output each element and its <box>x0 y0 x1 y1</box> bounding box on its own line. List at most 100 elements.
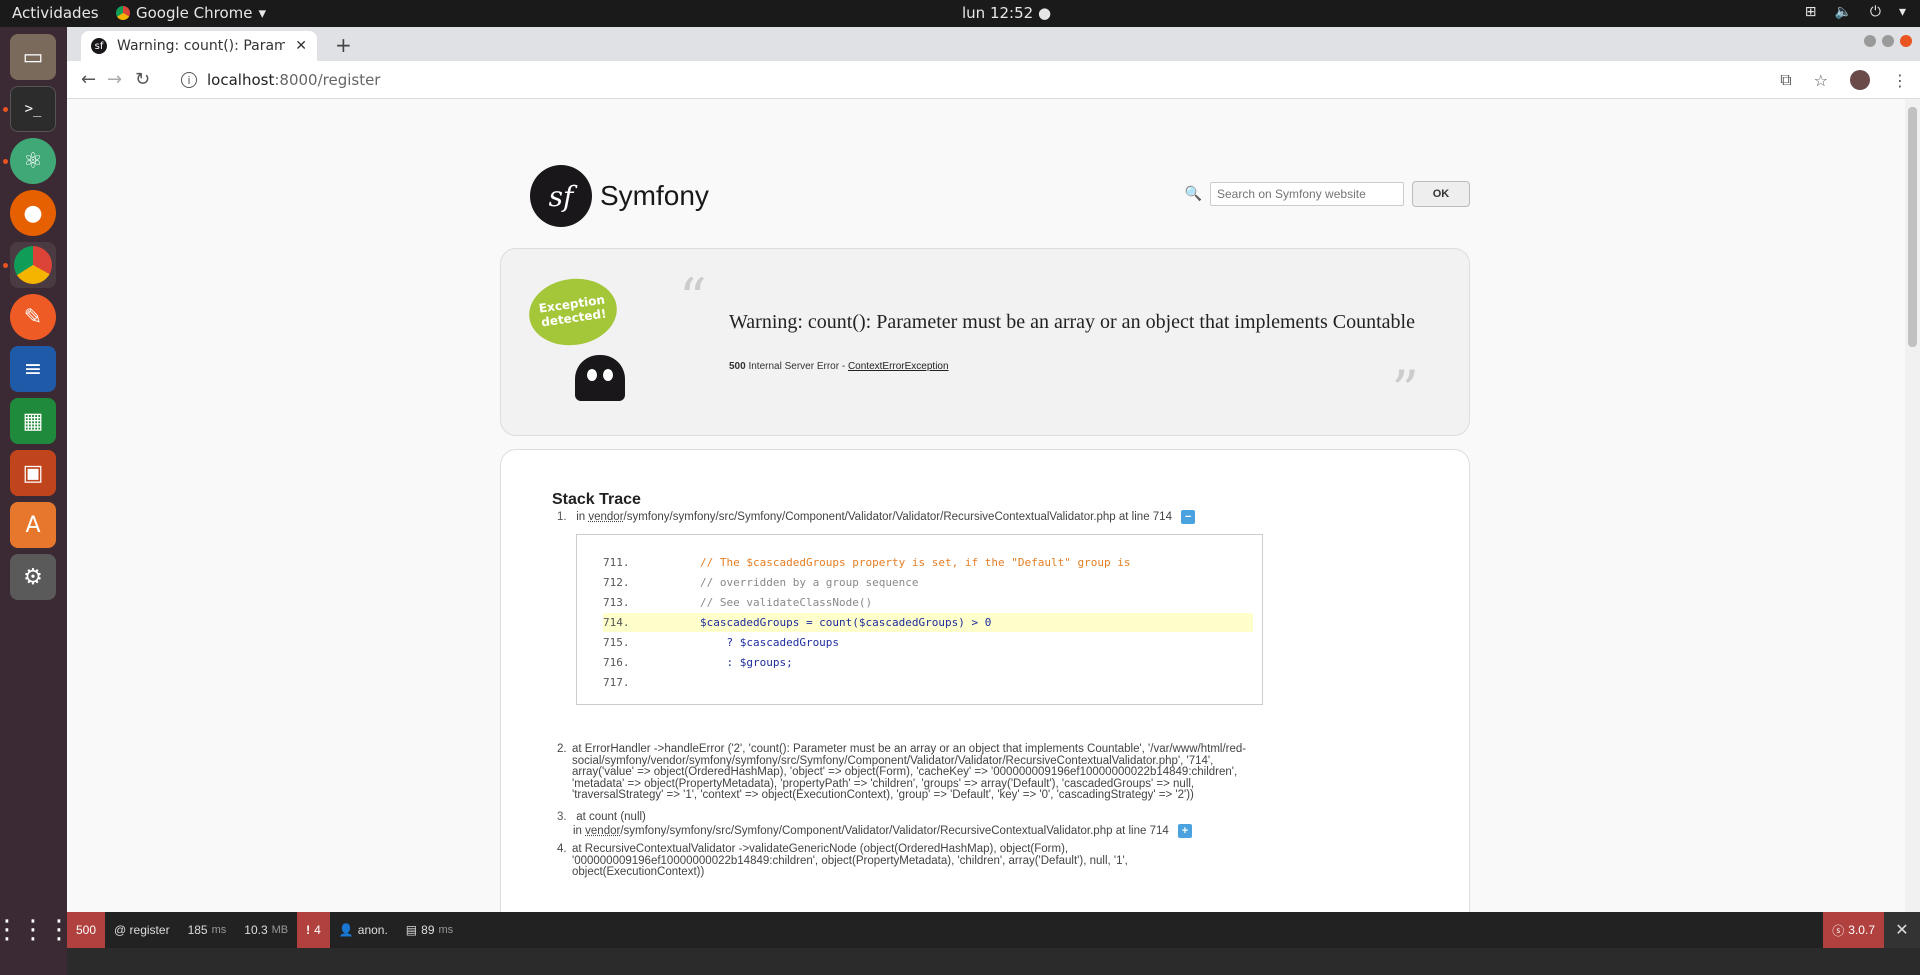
scrollbar-thumb[interactable] <box>1908 107 1917 347</box>
status-code: 500 <box>729 361 746 372</box>
impress-icon[interactable]: ▣ <box>10 450 56 496</box>
maximize-button[interactable] <box>1882 35 1894 47</box>
tab-close-icon[interactable]: ✕ <box>295 38 307 54</box>
minimize-button[interactable] <box>1864 35 1876 47</box>
collapse-toggle-button[interactable]: − <box>1181 510 1196 524</box>
exception-summary: Exception detected! “ ” Warning: count()… <box>500 248 1470 436</box>
db-panel[interactable]: ▤ 89 ms <box>397 912 462 948</box>
symfony-small-icon: ⓢ <box>1832 923 1845 938</box>
trace-item-3-file: in vendor/symfony/symfony/src/Symfony/Co… <box>573 824 1192 838</box>
errors-panel[interactable]: ! 4 <box>297 912 330 948</box>
activities-button[interactable]: Actividades <box>12 4 99 22</box>
expand-toggle-button[interactable]: + <box>1177 824 1192 838</box>
route-info[interactable]: @ register <box>105 912 179 948</box>
trace-call: at RecursiveContextualValidator ->valida… <box>572 843 1128 878</box>
trace-call: at count (null) <box>576 811 646 823</box>
code-line-highlighted: 714. $cascadedGroups = count($cascadedGr… <box>603 613 1253 632</box>
symfony-logo-mark: sf <box>530 165 592 227</box>
search-ok-button[interactable]: OK <box>1412 181 1470 207</box>
chrome-icon <box>116 6 130 20</box>
forward-arrow-icon[interactable]: → <box>107 69 122 90</box>
user-panel[interactable]: 👤 anon. <box>330 912 397 948</box>
trace-number: 1. <box>557 511 567 524</box>
active-tab[interactable]: sf Warning: count(): Parame ✕ <box>81 31 317 61</box>
writer-icon[interactable]: ≡ <box>10 346 56 392</box>
tab-title: Warning: count(): Parame <box>117 38 286 54</box>
postman-icon[interactable]: ✎ <box>10 294 56 340</box>
open-quote-icon: “ <box>679 267 707 330</box>
code-line: 712. // overridden by a group sequence <box>603 573 1253 592</box>
desktop-bottom <box>67 948 1920 975</box>
software-icon[interactable]: A <box>10 502 56 548</box>
profile-avatar[interactable] <box>1850 70 1870 90</box>
symfony-version-badge[interactable]: ⓢ 3.0.7 <box>1823 912 1884 948</box>
settings-icon[interactable]: ⚙ <box>10 554 56 600</box>
menu-dots-icon[interactable]: ⋮ <box>1892 71 1908 90</box>
vendor-abbr: vendor <box>585 825 621 838</box>
symfony-favicon-icon: sf <box>91 38 107 54</box>
atom-icon[interactable]: ⚛ <box>10 138 56 184</box>
status-value: 500 <box>76 923 97 937</box>
symfony-search: 🔍 OK <box>1185 181 1470 207</box>
clock[interactable]: lun 12:52 ● <box>962 4 1051 22</box>
volume-icon: 🔈 <box>1834 4 1852 20</box>
tab-strip: sf Warning: count(): Parame ✕ + <box>67 27 1920 61</box>
search-input[interactable] <box>1210 182 1404 206</box>
calc-icon[interactable]: ▦ <box>10 398 56 444</box>
caret-down-icon: ▾ <box>258 4 267 22</box>
bookmark-star-icon[interactable]: ☆ <box>1814 71 1828 90</box>
caret-down-icon: ▾ <box>1898 4 1906 20</box>
apps-grid-icon[interactable]: ⋮⋮⋮ <box>0 907 72 953</box>
chrome-icon[interactable] <box>10 242 56 288</box>
site-info-icon[interactable]: i <box>181 72 197 88</box>
close-icon: ✕ <box>1895 922 1909 939</box>
db-time-value: 89 <box>421 923 435 937</box>
code-line: 717. <box>603 673 1253 692</box>
status-code-badge[interactable]: 500 <box>67 912 106 948</box>
reload-icon[interactable]: ↻ <box>135 69 150 90</box>
errors-count: 4 <box>314 923 321 937</box>
app-menu-label: Google Chrome <box>136 4 253 22</box>
new-tab-button[interactable]: + <box>335 33 352 57</box>
line-number: 714. <box>603 616 630 629</box>
firefox-icon[interactable]: ● <box>10 190 56 236</box>
line-number: 717. <box>603 676 630 689</box>
desktop: Actividades Google Chrome ▾ lun 12:52 ● … <box>0 0 1920 975</box>
line-number: 716. <box>603 656 630 669</box>
code-excerpt: 711. // The $cascadedGroups property is … <box>576 534 1263 705</box>
running-indicator <box>3 159 8 164</box>
stack-trace-title: Stack Trace <box>552 491 641 508</box>
close-window-button[interactable] <box>1900 35 1912 47</box>
url-host: localhost <box>207 71 275 89</box>
code-text: // overridden by a group sequence <box>647 576 919 589</box>
terminal-icon[interactable]: >_ <box>10 86 56 132</box>
symfony-logo[interactable]: sf Symfony <box>530 165 709 227</box>
toolbar-actions: ⧉ ☆ ⋮ <box>1780 70 1908 90</box>
trace-file-path: /symfony/symfony/src/Symfony/Component/V… <box>620 825 1169 838</box>
user-value: anon. <box>357 923 388 937</box>
trace-file-path: /symfony/symfony/src/Symfony/Component/V… <box>623 511 1172 524</box>
time-value: 185 <box>187 923 208 937</box>
window-controls <box>1864 35 1912 47</box>
trace-number: 4. <box>557 843 567 855</box>
back-arrow-icon[interactable]: ← <box>81 69 96 90</box>
line-number: 711. <box>603 556 630 569</box>
running-indicator <box>3 263 8 268</box>
app-menu[interactable]: Google Chrome ▾ <box>116 4 266 22</box>
trace-item-3: 3. at count (null) <box>557 810 646 824</box>
address-bar[interactable]: i localhost:8000/register <box>181 66 1821 94</box>
page-scrollbar[interactable] <box>1905 99 1920 912</box>
translate-icon[interactable]: ⧉ <box>1780 70 1791 90</box>
memory-unit: MB <box>271 924 289 936</box>
code-text: : $groups; <box>647 656 793 669</box>
system-tray[interactable]: ⊞ 🔈 ⏻ ▾ <box>1805 4 1906 20</box>
dock: ▭ >_ ⚛ ● ✎ ≡ ▦ ▣ A ⚙ ⋮⋮⋮ <box>0 27 72 975</box>
exception-meta: 500 Internal Server Error - ContextError… <box>729 361 949 372</box>
files-icon[interactable]: ▭ <box>10 34 56 80</box>
exception-class-link[interactable]: ContextErrorException <box>848 361 949 372</box>
line-number: 712. <box>603 576 630 589</box>
time-panel[interactable]: 185 ms <box>179 912 236 948</box>
close-toolbar-button[interactable]: ✕ <box>1884 912 1920 948</box>
memory-panel[interactable]: 10.3 MB <box>235 912 297 948</box>
top-bar: Actividades Google Chrome ▾ lun 12:52 ● … <box>0 0 1920 27</box>
